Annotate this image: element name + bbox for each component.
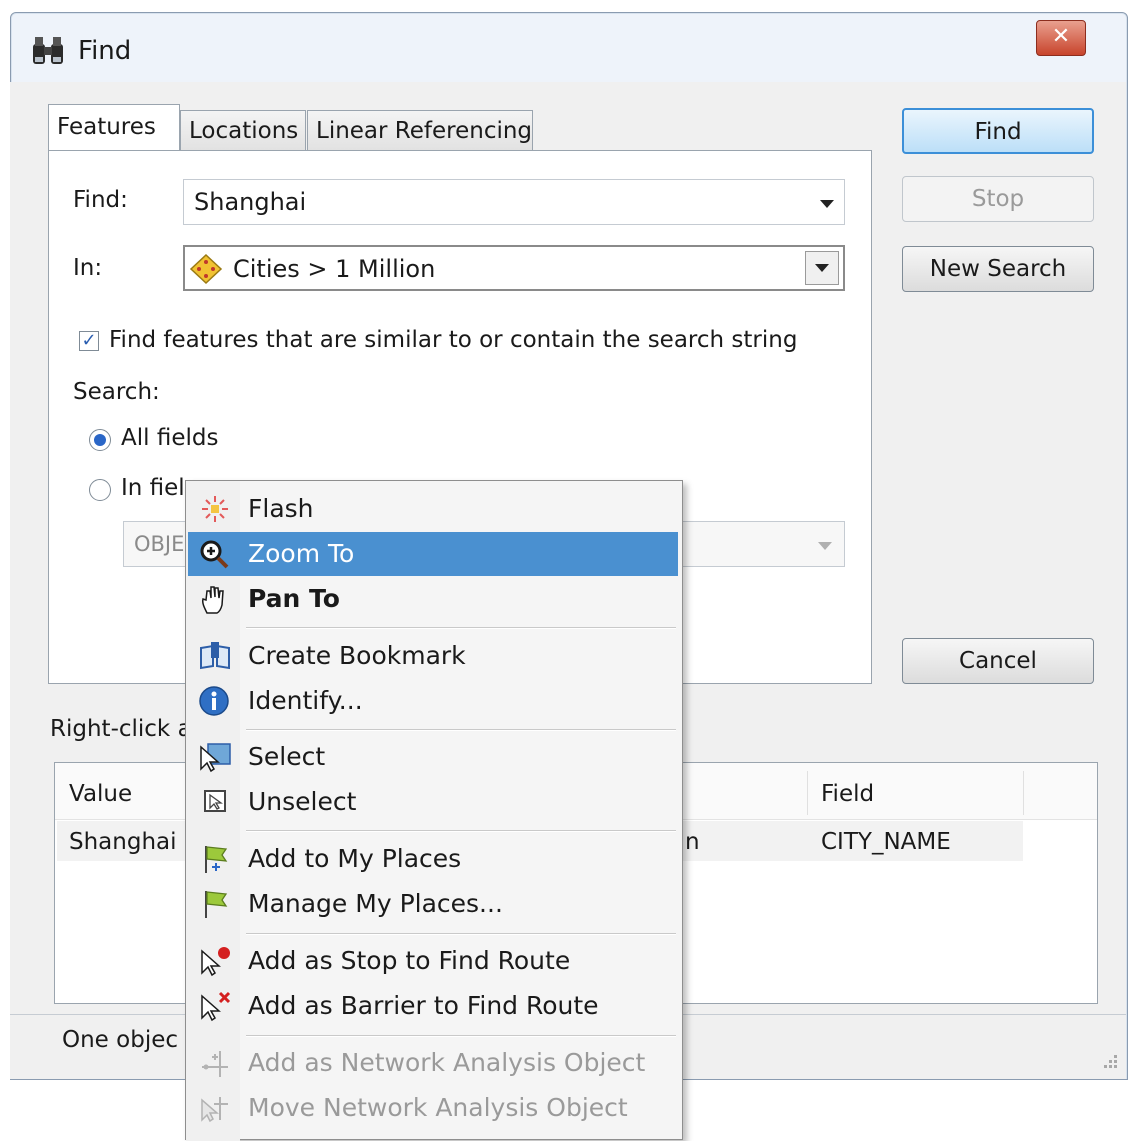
menu-item-flash[interactable]: Flash [188,487,680,531]
route-barrier-icon [198,990,232,1022]
menu-item-add-barrier[interactable]: Add as Barrier to Find Route [188,984,680,1028]
find-value: Shanghai [194,188,307,216]
zoom-in-icon [198,538,232,570]
menu-item-select[interactable]: Select [188,735,680,779]
resize-grip-icon[interactable] [1100,1051,1120,1071]
network-move-icon [198,1092,232,1124]
menu-item-unselect[interactable]: Unselect [188,780,680,824]
menu-item-label: Add as Barrier to Find Route [248,991,599,1020]
network-add-icon [198,1047,232,1079]
menu-item-add-to-my-places[interactable]: Add to My Places [188,837,680,881]
status-text: One objec [62,1027,178,1053]
menu-item-label: Add as Network Analysis Object [248,1048,646,1077]
chevron-down-icon [815,264,829,272]
menu-item-add-stop[interactable]: Add as Stop to Find Route [188,939,680,983]
column-header-field[interactable]: Field [821,781,874,807]
find-button[interactable]: Find [902,108,1094,154]
menu-item-label: Add as Stop to Find Route [248,946,571,975]
info-icon [198,685,232,717]
in-layer-value: Cities > 1 Million [233,255,436,283]
menu-item-label: Unselect [248,787,357,816]
chevron-down-icon [818,542,832,550]
menu-separator [246,1035,676,1037]
in-field-radio[interactable] [89,479,111,501]
menu-item-label: Pan To [248,584,340,613]
menu-item-pan-to[interactable]: Pan To [188,577,680,621]
menu-item-manage-my-places[interactable]: Manage My Places... [188,882,680,926]
menu-separator [246,933,676,935]
row-value: Shanghai [69,829,177,855]
unselect-icon [198,786,232,818]
hand-icon [198,583,232,615]
column-divider [807,771,808,815]
menu-item-identify[interactable]: Identify... [188,679,680,723]
menu-item-label: Create Bookmark [248,641,466,670]
menu-item-zoom-to[interactable]: Zoom To [188,532,678,576]
tab-features[interactable]: Features [48,104,180,150]
binoculars-icon [30,34,66,68]
menu-item-add-network-analysis-object: Add as Network Analysis Object [188,1041,680,1085]
route-stop-icon [198,945,232,977]
row-field: CITY_NAME [821,829,951,855]
all-fields-label: All fields [121,425,219,451]
dropdown-button[interactable] [805,251,839,285]
menu-item-label: Add to My Places [248,844,462,873]
new-search-button[interactable]: New Search [902,246,1094,292]
search-label: Search: [73,379,160,405]
similar-checkbox-label: Find features that are similar to or con… [109,327,798,353]
column-header-value[interactable]: Value [69,781,132,807]
menu-item-label: Manage My Places... [248,889,503,918]
context-menu: Flash Zoom To Pan To Create Bookmark Ide… [185,480,683,1141]
menu-separator [246,627,676,629]
row-partial-cell: n [685,829,700,855]
close-button[interactable]: ✕ [1036,20,1086,56]
field-select-value: OBJE [134,532,185,556]
flag-add-icon [198,843,232,875]
in-label: In: [73,255,103,281]
menu-item-create-bookmark[interactable]: Create Bookmark [188,634,680,678]
cancel-button[interactable]: Cancel [902,638,1094,684]
select-icon [198,741,232,773]
column-divider [1023,771,1024,815]
menu-item-move-network-analysis-object: Move Network Analysis Object [188,1086,680,1130]
menu-separator [246,830,676,832]
flash-icon [198,493,232,525]
bookmark-icon [198,640,232,672]
tab-locations[interactable]: Locations [180,110,306,150]
menu-item-label: Select [248,742,326,771]
chevron-down-icon[interactable] [820,200,834,208]
similar-checkbox[interactable]: ✓ [79,331,99,351]
results-hint: Right-click a [50,716,192,742]
menu-separator [246,729,676,731]
menu-item-label: Zoom To [248,539,355,568]
all-fields-radio[interactable] [89,429,111,451]
in-layer-select[interactable]: Cities > 1 Million [183,245,845,291]
stop-button: Stop [902,176,1094,222]
in-field-label: In fiel [121,475,185,501]
layer-point-icon [189,253,223,285]
find-combo[interactable]: Shanghai [183,179,845,225]
window-title: Find [78,36,132,66]
menu-item-label: Move Network Analysis Object [248,1093,628,1122]
menu-item-label: Identify... [248,686,363,715]
menu-item-label: Flash [248,494,314,523]
find-label: Find: [73,187,128,213]
tab-linear-referencing[interactable]: Linear Referencing [307,110,533,150]
flag-icon [198,888,232,920]
